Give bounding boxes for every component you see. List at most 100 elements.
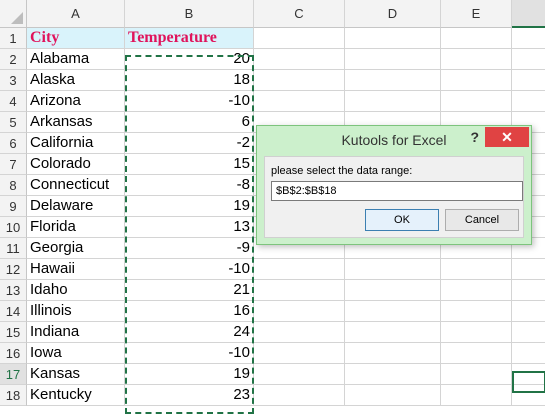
row-header-12[interactable]: 12 bbox=[0, 259, 27, 280]
row-header-13[interactable]: 13 bbox=[0, 280, 27, 301]
empty-cell[interactable] bbox=[512, 259, 545, 280]
empty-cell[interactable] bbox=[345, 343, 441, 364]
column-header-c[interactable]: C bbox=[254, 0, 345, 28]
empty-cell[interactable] bbox=[254, 28, 345, 49]
empty-cell[interactable] bbox=[345, 280, 441, 301]
empty-cell[interactable] bbox=[254, 385, 345, 406]
city-cell[interactable]: Arkansas bbox=[27, 112, 125, 133]
empty-cell[interactable] bbox=[512, 91, 545, 112]
temperature-cell[interactable]: 15 bbox=[125, 154, 254, 175]
empty-cell[interactable] bbox=[441, 70, 512, 91]
city-cell[interactable]: Idaho bbox=[27, 280, 125, 301]
empty-cell[interactable] bbox=[254, 301, 345, 322]
empty-cell[interactable] bbox=[512, 49, 545, 70]
empty-cell[interactable] bbox=[254, 364, 345, 385]
row-header-18[interactable]: 18 bbox=[0, 385, 27, 406]
column-header-e[interactable]: E bbox=[441, 0, 512, 28]
empty-cell[interactable] bbox=[441, 385, 512, 406]
city-cell[interactable]: Arizona bbox=[27, 91, 125, 112]
column-header-a[interactable]: A bbox=[27, 0, 125, 28]
empty-cell[interactable] bbox=[254, 280, 345, 301]
temperature-cell[interactable]: 13 bbox=[125, 217, 254, 238]
column-header-b[interactable]: B bbox=[125, 0, 254, 28]
empty-cell[interactable] bbox=[441, 364, 512, 385]
empty-cell[interactable] bbox=[254, 70, 345, 91]
empty-cell[interactable] bbox=[254, 343, 345, 364]
temperature-cell[interactable]: 19 bbox=[125, 364, 254, 385]
temperature-cell[interactable]: -10 bbox=[125, 259, 254, 280]
temperature-cell[interactable]: -10 bbox=[125, 91, 254, 112]
city-cell[interactable]: Delaware bbox=[27, 196, 125, 217]
empty-cell[interactable] bbox=[345, 301, 441, 322]
empty-cell[interactable] bbox=[345, 91, 441, 112]
row-header-15[interactable]: 15 bbox=[0, 322, 27, 343]
empty-cell[interactable] bbox=[441, 301, 512, 322]
city-cell[interactable]: Connecticut bbox=[27, 175, 125, 196]
empty-cell[interactable] bbox=[345, 385, 441, 406]
column-header-f[interactable] bbox=[512, 0, 545, 28]
empty-cell[interactable] bbox=[441, 280, 512, 301]
empty-cell[interactable] bbox=[345, 70, 441, 91]
empty-cell[interactable] bbox=[254, 322, 345, 343]
temperature-cell[interactable]: 20 bbox=[125, 49, 254, 70]
empty-cell[interactable] bbox=[441, 28, 512, 49]
city-cell[interactable]: California bbox=[27, 133, 125, 154]
row-header-5[interactable]: 5 bbox=[0, 112, 27, 133]
row-header-16[interactable]: 16 bbox=[0, 343, 27, 364]
row-header-6[interactable]: 6 bbox=[0, 133, 27, 154]
city-cell[interactable]: Alabama bbox=[27, 49, 125, 70]
empty-cell[interactable] bbox=[345, 28, 441, 49]
temperature-cell[interactable]: 23 bbox=[125, 385, 254, 406]
row-header-14[interactable]: 14 bbox=[0, 301, 27, 322]
empty-cell[interactable] bbox=[512, 28, 545, 49]
city-cell[interactable]: Kentucky bbox=[27, 385, 125, 406]
city-cell[interactable]: Alaska bbox=[27, 70, 125, 91]
empty-cell[interactable] bbox=[441, 343, 512, 364]
close-button[interactable]: ✕ bbox=[485, 127, 529, 147]
help-icon[interactable]: ? bbox=[470, 129, 479, 145]
row-header-2[interactable]: 2 bbox=[0, 49, 27, 70]
ok-button[interactable]: OK bbox=[365, 209, 439, 231]
empty-cell[interactable] bbox=[512, 385, 545, 406]
city-cell[interactable]: Colorado bbox=[27, 154, 125, 175]
empty-cell[interactable] bbox=[345, 322, 441, 343]
range-input[interactable] bbox=[271, 181, 523, 201]
empty-cell[interactable] bbox=[512, 364, 545, 385]
city-cell[interactable]: Florida bbox=[27, 217, 125, 238]
temperature-cell[interactable]: 24 bbox=[125, 322, 254, 343]
empty-cell[interactable] bbox=[441, 91, 512, 112]
row-header-11[interactable]: 11 bbox=[0, 238, 27, 259]
empty-cell[interactable] bbox=[345, 364, 441, 385]
empty-cell[interactable] bbox=[441, 322, 512, 343]
temperature-cell[interactable]: 18 bbox=[125, 70, 254, 91]
select-all-corner[interactable] bbox=[0, 0, 27, 28]
row-header-9[interactable]: 9 bbox=[0, 196, 27, 217]
empty-cell[interactable] bbox=[254, 259, 345, 280]
temperature-cell[interactable]: 19 bbox=[125, 196, 254, 217]
city-cell[interactable]: Iowa bbox=[27, 343, 125, 364]
row-header-17[interactable]: 17 bbox=[0, 364, 27, 385]
empty-cell[interactable] bbox=[345, 259, 441, 280]
city-cell[interactable]: Kansas bbox=[27, 364, 125, 385]
city-cell[interactable]: Hawaii bbox=[27, 259, 125, 280]
header-cell-city[interactable]: City bbox=[27, 28, 125, 49]
empty-cell[interactable] bbox=[441, 259, 512, 280]
row-header-4[interactable]: 4 bbox=[0, 91, 27, 112]
row-header-3[interactable]: 3 bbox=[0, 70, 27, 91]
empty-cell[interactable] bbox=[512, 280, 545, 301]
empty-cell[interactable] bbox=[512, 301, 545, 322]
temperature-cell[interactable]: 21 bbox=[125, 280, 254, 301]
row-header-8[interactable]: 8 bbox=[0, 175, 27, 196]
empty-cell[interactable] bbox=[512, 70, 545, 91]
temperature-cell[interactable]: 16 bbox=[125, 301, 254, 322]
header-cell-temperature[interactable]: Temperature bbox=[125, 28, 254, 49]
empty-cell[interactable] bbox=[254, 49, 345, 70]
temperature-cell[interactable]: -9 bbox=[125, 238, 254, 259]
city-cell[interactable]: Illinois bbox=[27, 301, 125, 322]
empty-cell[interactable] bbox=[512, 343, 545, 364]
row-header-7[interactable]: 7 bbox=[0, 154, 27, 175]
row-header-1[interactable]: 1 bbox=[0, 28, 27, 49]
empty-cell[interactable] bbox=[254, 91, 345, 112]
temperature-cell[interactable]: 6 bbox=[125, 112, 254, 133]
city-cell[interactable]: Georgia bbox=[27, 238, 125, 259]
